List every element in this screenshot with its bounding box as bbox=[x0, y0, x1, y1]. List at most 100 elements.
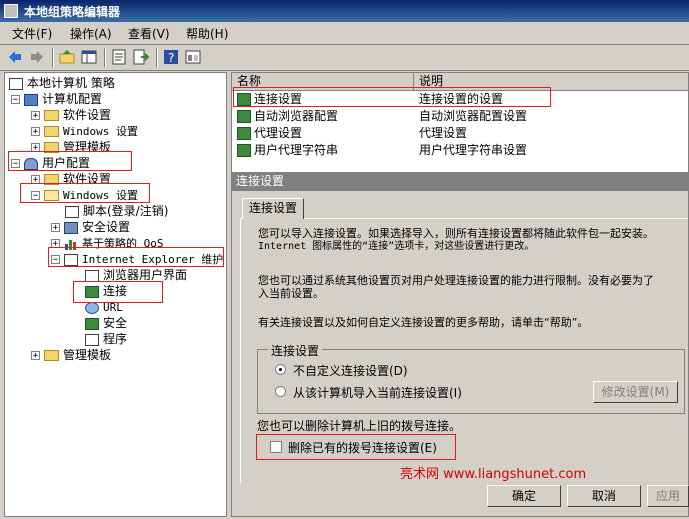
tree-node-security-settings[interactable]: + 安全设置 bbox=[51, 219, 130, 235]
list-item[interactable]: 用户代理字符串 用户代理字符串设置 bbox=[232, 142, 688, 159]
column-name[interactable]: 名称 bbox=[232, 73, 414, 90]
detail-header: 连接设置 bbox=[232, 172, 688, 191]
setting-icon bbox=[237, 110, 251, 123]
tree-label: 安全 bbox=[103, 316, 128, 330]
tree-node-admin-templates[interactable]: + 管理模板 bbox=[31, 139, 111, 155]
toolbar-separator bbox=[156, 48, 158, 67]
list-item-desc: 连接设置的设置 bbox=[419, 92, 504, 106]
script-icon bbox=[65, 205, 79, 218]
cancel-button[interactable]: 取消 bbox=[567, 485, 641, 507]
computer-icon bbox=[24, 93, 38, 106]
ok-button[interactable]: 确定 bbox=[487, 485, 561, 507]
menu-view[interactable]: 查看(V) bbox=[128, 25, 170, 42]
toolbar-separator bbox=[52, 48, 54, 67]
radio-import-current-label[interactable]: 从该计算机导入当前连接设置(I) bbox=[293, 384, 462, 401]
list-item-desc: 用户代理字符串设置 bbox=[419, 143, 528, 157]
tree-label: 软件设置 bbox=[63, 172, 112, 186]
tree-label: 软件设置 bbox=[63, 108, 112, 122]
tree-label: 本地计算机 策略 bbox=[27, 76, 115, 90]
list-item[interactable]: 自动浏览器配置 自动浏览器配置设置 bbox=[232, 108, 688, 125]
radio-no-customize-label[interactable]: 不自定义连接设置(D) bbox=[293, 362, 408, 379]
tree-node-scripts[interactable]: 脚本(登录/注销) bbox=[65, 203, 168, 219]
tree-node-ie-maintenance[interactable]: − Internet Explorer 维护 bbox=[51, 251, 223, 267]
paragraph-help: 有关连接设置以及如何自定义连接设置的更多帮助，请单击“帮助”。 bbox=[258, 316, 589, 329]
export-list-icon[interactable] bbox=[132, 48, 150, 66]
column-description[interactable]: 说明 bbox=[414, 73, 688, 90]
delete-dialup-label[interactable]: 删除已有的拨号连接设置(E) bbox=[288, 439, 437, 456]
tree-node-browser-ui[interactable]: 浏览器用户界面 bbox=[85, 267, 187, 283]
tree-node-user-windows-settings[interactable]: − Windows 设置 bbox=[31, 187, 138, 203]
tree-node-user-software-settings[interactable]: + 软件设置 bbox=[31, 171, 111, 187]
tree-node-security[interactable]: 安全 bbox=[85, 315, 127, 331]
menu-action[interactable]: 操作(A) bbox=[70, 25, 112, 42]
expand-icon[interactable]: + bbox=[51, 239, 60, 249]
folder-icon bbox=[44, 142, 59, 153]
expand-icon[interactable]: + bbox=[31, 127, 40, 137]
help-icon[interactable]: ? bbox=[162, 48, 180, 66]
radio-import-current[interactable] bbox=[275, 386, 286, 397]
tree-label: 脚本(登录/注销) bbox=[83, 204, 169, 218]
paragraph-delete-dialup: 您也可以删除计算机上旧的拨号连接。 bbox=[257, 419, 462, 433]
browser-ui-icon bbox=[85, 269, 99, 282]
title-bar: 本地组策略编辑器 bbox=[0, 0, 689, 22]
setting-icon bbox=[237, 93, 251, 106]
program-icon bbox=[85, 333, 99, 346]
tree-label: 基于策略的 QoS bbox=[82, 237, 164, 250]
expand-icon[interactable]: + bbox=[31, 351, 40, 361]
tree-pane[interactable]: 本地计算机 策略 − 计算机配置 + 软件设置 + Windows 设置 + 管理模板 … bbox=[4, 72, 227, 517]
expand-icon[interactable]: + bbox=[31, 143, 40, 153]
radio-no-customize[interactable] bbox=[275, 364, 286, 375]
back-arrow-icon[interactable] bbox=[6, 48, 24, 66]
tree-node-connection[interactable]: 连接 bbox=[85, 283, 127, 299]
collapse-icon[interactable]: − bbox=[31, 191, 40, 201]
list-item[interactable]: 连接设置 连接设置的设置 bbox=[232, 91, 688, 108]
list-item-name: 用户代理字符串 bbox=[254, 143, 339, 157]
tree-node-programs[interactable]: 程序 bbox=[85, 331, 127, 347]
tree-node-software-settings[interactable]: + 软件设置 bbox=[31, 107, 111, 123]
expand-icon[interactable]: + bbox=[31, 175, 40, 185]
collapse-icon[interactable]: − bbox=[11, 159, 20, 169]
menu-help[interactable]: 帮助(H) bbox=[186, 25, 228, 42]
tree-node-computer-config[interactable]: − 计算机配置 bbox=[11, 91, 102, 107]
tree-node-user-admin-templates[interactable]: + 管理模板 bbox=[31, 347, 111, 363]
list-item-name: 自动浏览器配置 bbox=[254, 109, 339, 123]
tree-node-local-policy[interactable]: 本地计算机 策略 bbox=[9, 75, 115, 91]
tab-connection-settings[interactable]: 连接设置 bbox=[242, 198, 304, 219]
list-item[interactable]: 代理设置 代理设置 bbox=[232, 125, 688, 142]
globe-icon bbox=[85, 301, 99, 314]
tree-label: Windows 设置 bbox=[63, 189, 138, 202]
up-folder-icon[interactable] bbox=[58, 48, 76, 66]
view-pane-icon[interactable] bbox=[184, 48, 202, 66]
folder-open-icon bbox=[44, 190, 59, 201]
delete-dialup-checkbox[interactable] bbox=[270, 441, 282, 453]
tree-node-url[interactable]: URL bbox=[85, 299, 123, 315]
ie-maintenance-icon bbox=[64, 253, 78, 266]
list-item-desc: 自动浏览器配置设置 bbox=[419, 109, 528, 123]
tree-node-qos[interactable]: + 基于策略的 QoS bbox=[51, 235, 164, 251]
expand-icon[interactable]: + bbox=[31, 111, 40, 121]
menu-file[interactable]: 文件(F) bbox=[12, 25, 52, 42]
tree-label: 程序 bbox=[103, 332, 128, 346]
tree-label: 管理模板 bbox=[63, 348, 112, 362]
tree-node-user-config[interactable]: − 用户配置 bbox=[11, 155, 90, 171]
user-icon bbox=[24, 157, 38, 170]
collapse-icon[interactable]: − bbox=[11, 95, 20, 105]
security-icon bbox=[64, 221, 78, 234]
folder-icon bbox=[44, 174, 59, 185]
apply-button[interactable]: 应用 bbox=[647, 485, 689, 507]
collapse-icon[interactable]: − bbox=[51, 255, 60, 265]
modify-settings-button[interactable]: 修改设置(M) bbox=[593, 381, 678, 403]
folder-icon bbox=[44, 350, 59, 361]
tree-label: 计算机配置 bbox=[42, 92, 103, 106]
forward-arrow-icon[interactable] bbox=[28, 48, 46, 66]
tree-label: URL bbox=[103, 301, 123, 314]
tree-node-windows-settings[interactable]: + Windows 设置 bbox=[31, 123, 138, 139]
expand-icon[interactable]: + bbox=[51, 223, 60, 233]
show-tree-icon[interactable] bbox=[80, 48, 98, 66]
list-header: 名称 说明 bbox=[232, 73, 688, 91]
tree-label: 安全设置 bbox=[82, 220, 131, 234]
menu-bar: 文件(F) 操作(A) 查看(V) 帮助(H) bbox=[0, 22, 689, 45]
tree-label: 用户配置 bbox=[42, 156, 91, 170]
folder-icon bbox=[44, 110, 59, 121]
properties-icon[interactable] bbox=[110, 48, 128, 66]
